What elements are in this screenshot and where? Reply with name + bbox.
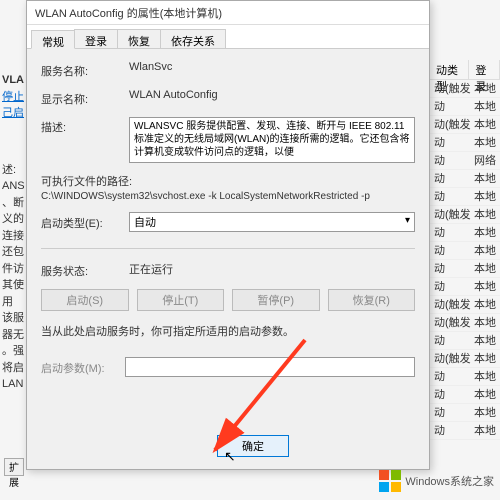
windows-logo-icon xyxy=(379,470,401,492)
bg-row[interactable]: 动本地 xyxy=(430,386,500,404)
bg-row[interactable]: 动本地 xyxy=(430,98,500,116)
start-button[interactable]: 启动(S) xyxy=(41,289,129,311)
expand-tab[interactable]: 扩展 xyxy=(4,458,24,476)
bg-col-headers: 动类型登录 xyxy=(430,60,500,80)
bg-row[interactable]: 动本地 xyxy=(430,404,500,422)
display-name-label: 显示名称: xyxy=(41,89,129,107)
dialog-title: WLAN AutoConfig 的属性(本地计算机) xyxy=(27,1,429,25)
start-params-input[interactable] xyxy=(125,357,415,377)
bg-row[interactable]: 动本地 xyxy=(430,242,500,260)
watermark: Windows系统之家 xyxy=(379,470,494,492)
description-textarea[interactable]: WLANSVC 服务提供配置、发现、连接、断开与 IEEE 802.11 标准定… xyxy=(129,117,415,163)
tab-dependencies[interactable]: 依存关系 xyxy=(160,29,226,48)
exec-path-label: 可执行文件的路径: xyxy=(41,173,415,189)
bg-row[interactable]: 动(触发本地 xyxy=(430,80,500,98)
display-name-value: WLAN AutoConfig xyxy=(129,89,415,101)
bg-left-text: 述: ANS 、断 义的 连接 还包 件访 其使用 该服 器无 。强 将启 LA… xyxy=(2,162,26,393)
start-params-label: 启动参数(M): xyxy=(41,358,121,376)
bg-row[interactable]: 动本地 xyxy=(430,170,500,188)
bg-row[interactable]: 动(触发本地 xyxy=(430,314,500,332)
startup-type-select[interactable]: 自动 xyxy=(129,212,415,232)
bg-row[interactable]: 动本地 xyxy=(430,134,500,152)
service-name-value: WlanSvc xyxy=(129,61,415,73)
tab-bar: 常规 登录 恢复 依存关系 xyxy=(27,25,429,49)
tab-recovery[interactable]: 恢复 xyxy=(117,29,161,48)
pause-button[interactable]: 暂停(P) xyxy=(232,289,320,311)
resume-button[interactable]: 恢复(R) xyxy=(328,289,416,311)
watermark-text: Windows系统之家 xyxy=(405,473,494,489)
bg-row[interactable]: 动本地 xyxy=(430,260,500,278)
bg-row[interactable]: 动网络 xyxy=(430,152,500,170)
description-label: 描述: xyxy=(41,117,129,135)
bg-left-header: VLA xyxy=(2,74,24,86)
startup-note: 当从此处启动服务时，你可指定所适用的启动参数。 xyxy=(41,323,415,339)
properties-dialog: WLAN AutoConfig 的属性(本地计算机) 常规 登录 恢复 依存关系… xyxy=(26,0,430,470)
bg-row[interactable]: 动(触发本地 xyxy=(430,116,500,134)
stop-button[interactable]: 停止(T) xyxy=(137,289,225,311)
startup-type-label: 启动类型(E): xyxy=(41,213,129,231)
exec-path-value: C:\WINDOWS\system32\svchost.exe -k Local… xyxy=(41,191,415,202)
tab-logon[interactable]: 登录 xyxy=(74,29,118,48)
bg-row[interactable]: 动(触发本地 xyxy=(430,296,500,314)
bg-row[interactable]: 动本地 xyxy=(430,332,500,350)
bg-stop-link[interactable]: 停止 己启 xyxy=(2,91,24,120)
ok-button[interactable]: 确定 xyxy=(217,435,289,457)
bg-row[interactable]: 动本地 xyxy=(430,368,500,386)
status-label: 服务状态: xyxy=(41,261,129,279)
service-name-label: 服务名称: xyxy=(41,61,129,79)
bg-row[interactable]: 动本地 xyxy=(430,422,500,440)
tab-general[interactable]: 常规 xyxy=(31,30,75,49)
bg-row[interactable]: 动本地 xyxy=(430,224,500,242)
divider xyxy=(41,248,415,249)
bg-row[interactable]: 动(触发本地 xyxy=(430,206,500,224)
bg-row[interactable]: 动(触发本地 xyxy=(430,350,500,368)
bg-row[interactable]: 动本地 xyxy=(430,278,500,296)
status-value: 正在运行 xyxy=(129,261,415,277)
bg-row[interactable]: 动本地 xyxy=(430,188,500,206)
